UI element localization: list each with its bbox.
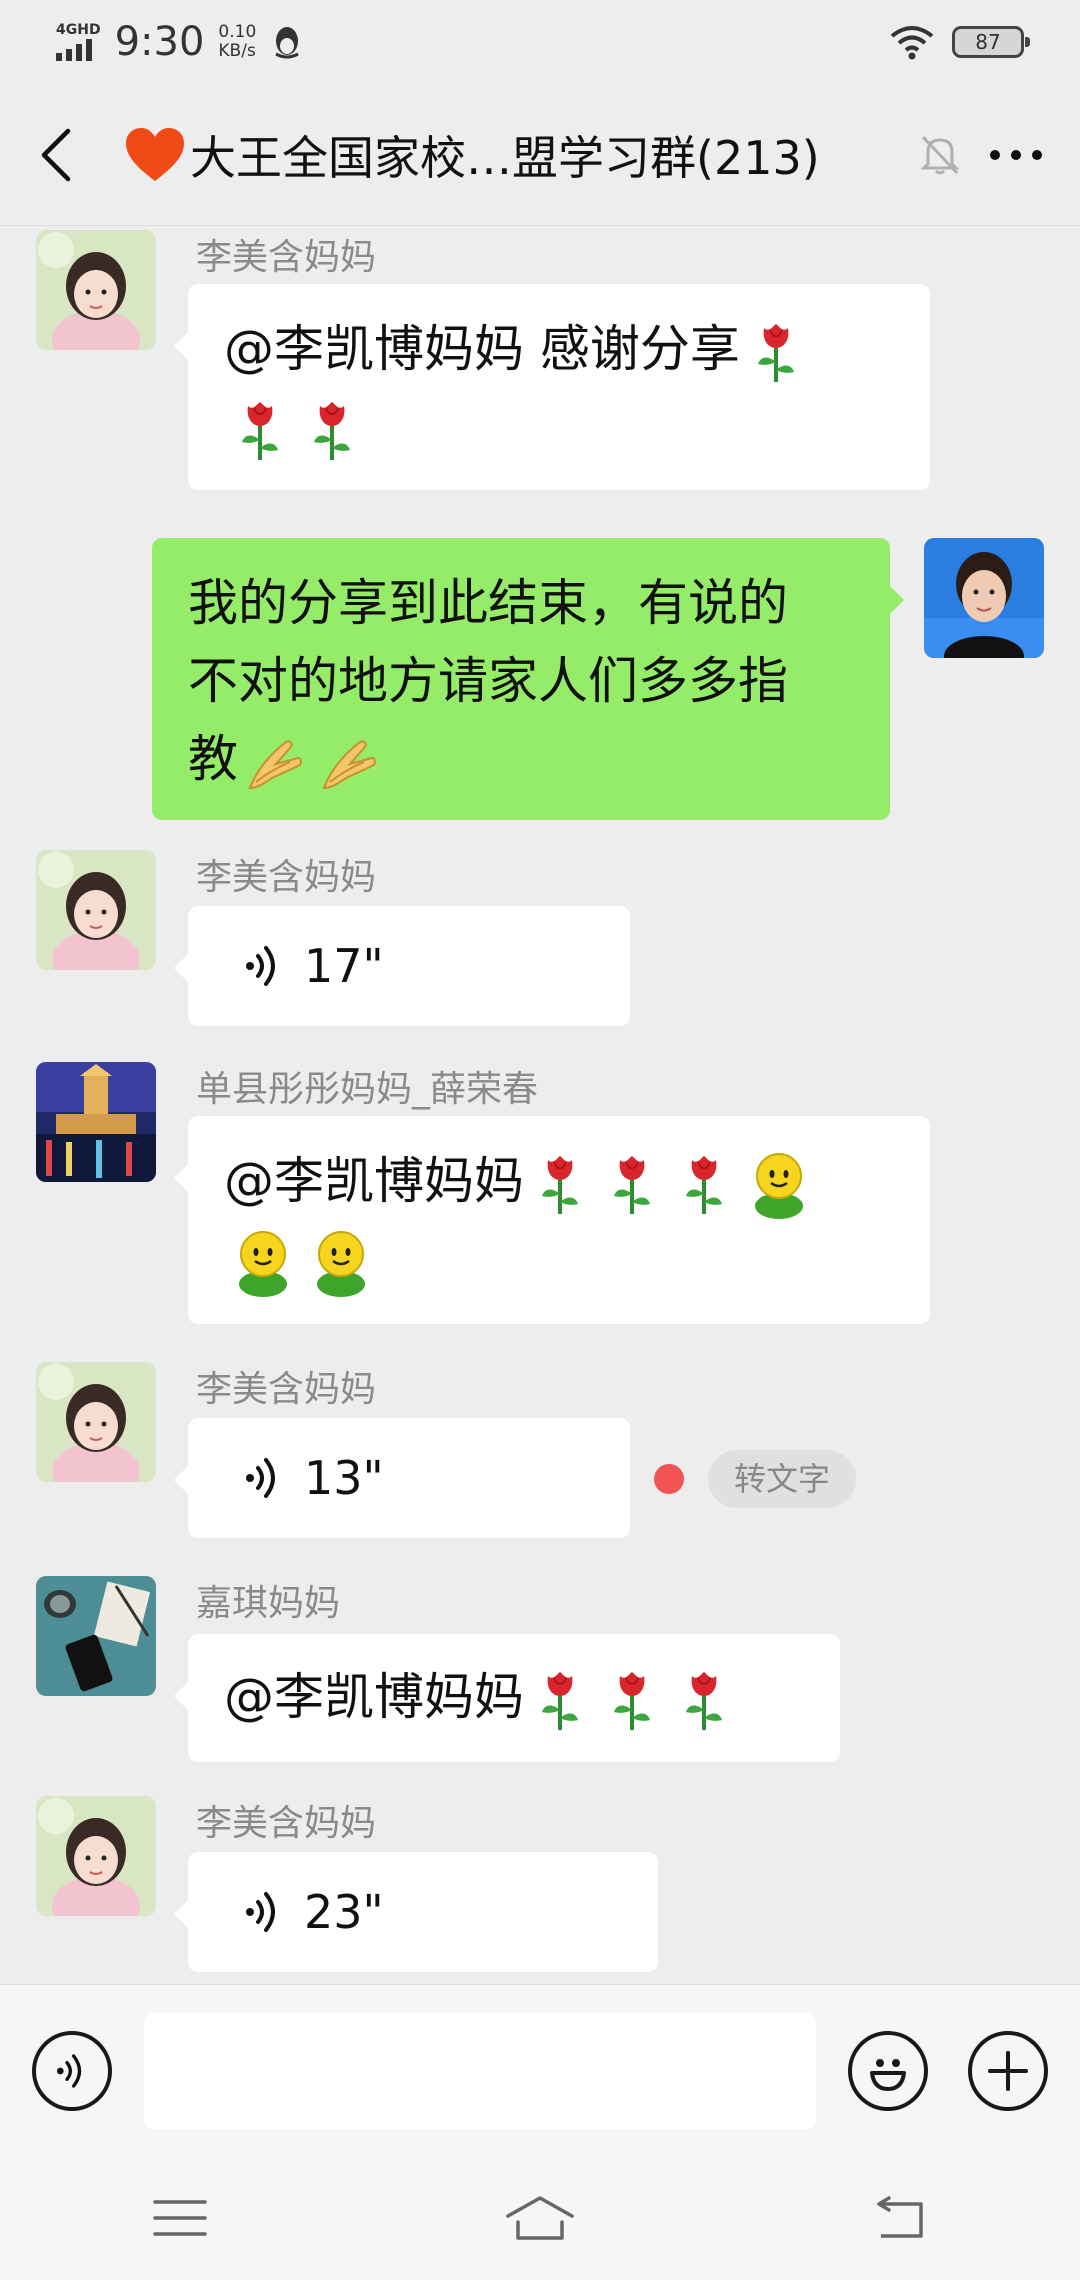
- return-icon: [877, 2196, 923, 2238]
- back-button[interactable]: [40, 125, 80, 185]
- message-input[interactable]: [144, 2013, 816, 2129]
- voice-message-bubble[interactable]: 13": [174, 1418, 630, 1538]
- net-speed-value: 0.10: [218, 22, 257, 42]
- avatar[interactable]: [36, 1796, 156, 1916]
- voice-wave-icon: [244, 1454, 284, 1502]
- rose-emoji-icon: [536, 1154, 584, 1216]
- emoji-icon: [870, 2059, 906, 2091]
- unread-dot: [654, 1464, 684, 1494]
- status-bar: 4GHD 9:30 0.10 KB/s 87: [0, 0, 1080, 84]
- smiley-emoji-icon: [308, 1228, 374, 1298]
- chat-title[interactable]: 大王全国家校…盟学习群(213): [124, 122, 820, 188]
- net-speed: 0.10 KB/s: [218, 23, 256, 61]
- praying-hands-emoji-icon: [242, 732, 308, 794]
- voice-message-bubble[interactable]: 17": [174, 906, 630, 1026]
- praying-hands-emoji-icon: [316, 732, 382, 794]
- message-text: 不对的地方请家人们多多指: [188, 652, 788, 710]
- sender-name: 李美含妈妈: [196, 857, 377, 898]
- rose-emoji-icon: [752, 322, 800, 384]
- more-icon[interactable]: [988, 148, 1044, 162]
- avatar[interactable]: [36, 850, 156, 970]
- avatar[interactable]: [36, 1576, 156, 1696]
- net-speed-unit: KB/s: [218, 41, 256, 61]
- menu-button[interactable]: [125, 2183, 235, 2253]
- message-bubble-self[interactable]: 我的分享到此结束，有说的 不对的地方请家人们多多指 教: [152, 538, 904, 820]
- avatar-self[interactable]: [924, 538, 1044, 658]
- avatar[interactable]: [36, 1062, 156, 1182]
- message-text: @李凯博妈妈: [224, 1152, 524, 1210]
- message-text: @李凯博妈妈: [224, 1668, 524, 1726]
- message-text: 教: [188, 730, 238, 788]
- rose-emoji-icon: [236, 400, 284, 462]
- rose-emoji-icon: [680, 1154, 728, 1216]
- menu-icon: [153, 2200, 207, 2236]
- back-icon: [41, 128, 71, 181]
- message-bubble[interactable]: @李凯博妈妈 感谢分享: [174, 284, 930, 490]
- battery-icon: 87: [952, 26, 1030, 58]
- chat-header: 大王全国家校…盟学习群(213): [0, 84, 1080, 226]
- rose-emoji-icon: [608, 1670, 656, 1732]
- battery-level: 87: [975, 30, 1001, 54]
- message-bubble[interactable]: @李凯博妈妈: [174, 1634, 840, 1762]
- chat-title-text: 大王全国家校…盟学习群(213): [190, 130, 820, 185]
- message-text: @李凯博妈妈 感谢分享: [224, 320, 740, 378]
- home-button[interactable]: [485, 2183, 595, 2253]
- sender-name: 李美含妈妈: [196, 237, 377, 278]
- voice-mode-icon: [55, 2051, 89, 2091]
- sender-name: 单县彤彤妈妈_薛荣春: [196, 1069, 539, 1110]
- heart-icon: [126, 127, 184, 181]
- rose-emoji-icon: [680, 1670, 728, 1732]
- voice-duration: 13": [304, 1451, 384, 1505]
- system-nav-bar: [0, 2156, 1080, 2280]
- back-nav-button[interactable]: [845, 2183, 955, 2253]
- qq-penguin-icon: [275, 27, 299, 59]
- voice-wave-icon: [244, 942, 284, 990]
- convert-to-text-button[interactable]: 转文字: [708, 1450, 857, 1508]
- emoji-button[interactable]: [848, 2031, 928, 2111]
- rose-emoji-icon: [536, 1670, 584, 1732]
- signal-icon: 4GHD: [56, 23, 101, 61]
- status-time: 9:30: [114, 19, 205, 65]
- voice-duration: 23": [304, 1885, 384, 1939]
- mute-bell-icon: [920, 135, 960, 174]
- rose-emoji-icon: [308, 400, 356, 462]
- plus-icon: [988, 2051, 1028, 2091]
- rose-emoji-icon: [608, 1154, 656, 1216]
- wifi-icon: [890, 26, 934, 60]
- message-list[interactable]: 李美含妈妈 @李凯博妈妈 感谢分享 我的分享到此结束，有说的 不对的地方请家人们…: [0, 226, 1080, 1984]
- voice-mode-button[interactable]: [32, 2031, 112, 2111]
- avatar[interactable]: [36, 230, 156, 350]
- message-text: 我的分享到此结束，有说的: [188, 574, 788, 632]
- sender-name: 李美含妈妈: [196, 1803, 377, 1844]
- voice-wave-icon: [244, 1888, 284, 1936]
- message-bubble[interactable]: @李凯博妈妈: [174, 1116, 930, 1324]
- sender-name: 李美含妈妈: [196, 1369, 377, 1410]
- voice-message-bubble[interactable]: 23": [174, 1852, 658, 1972]
- more-functions-button[interactable]: [968, 2031, 1048, 2111]
- home-icon: [506, 2196, 574, 2240]
- voice-duration: 17": [304, 939, 384, 993]
- network-type: 4GHD: [56, 22, 101, 38]
- smiley-emoji-icon: [746, 1150, 812, 1220]
- smiley-emoji-icon: [230, 1228, 296, 1298]
- sender-name: 嘉琪妈妈: [196, 1583, 341, 1624]
- input-bar: [0, 1984, 1080, 2156]
- avatar[interactable]: [36, 1362, 156, 1482]
